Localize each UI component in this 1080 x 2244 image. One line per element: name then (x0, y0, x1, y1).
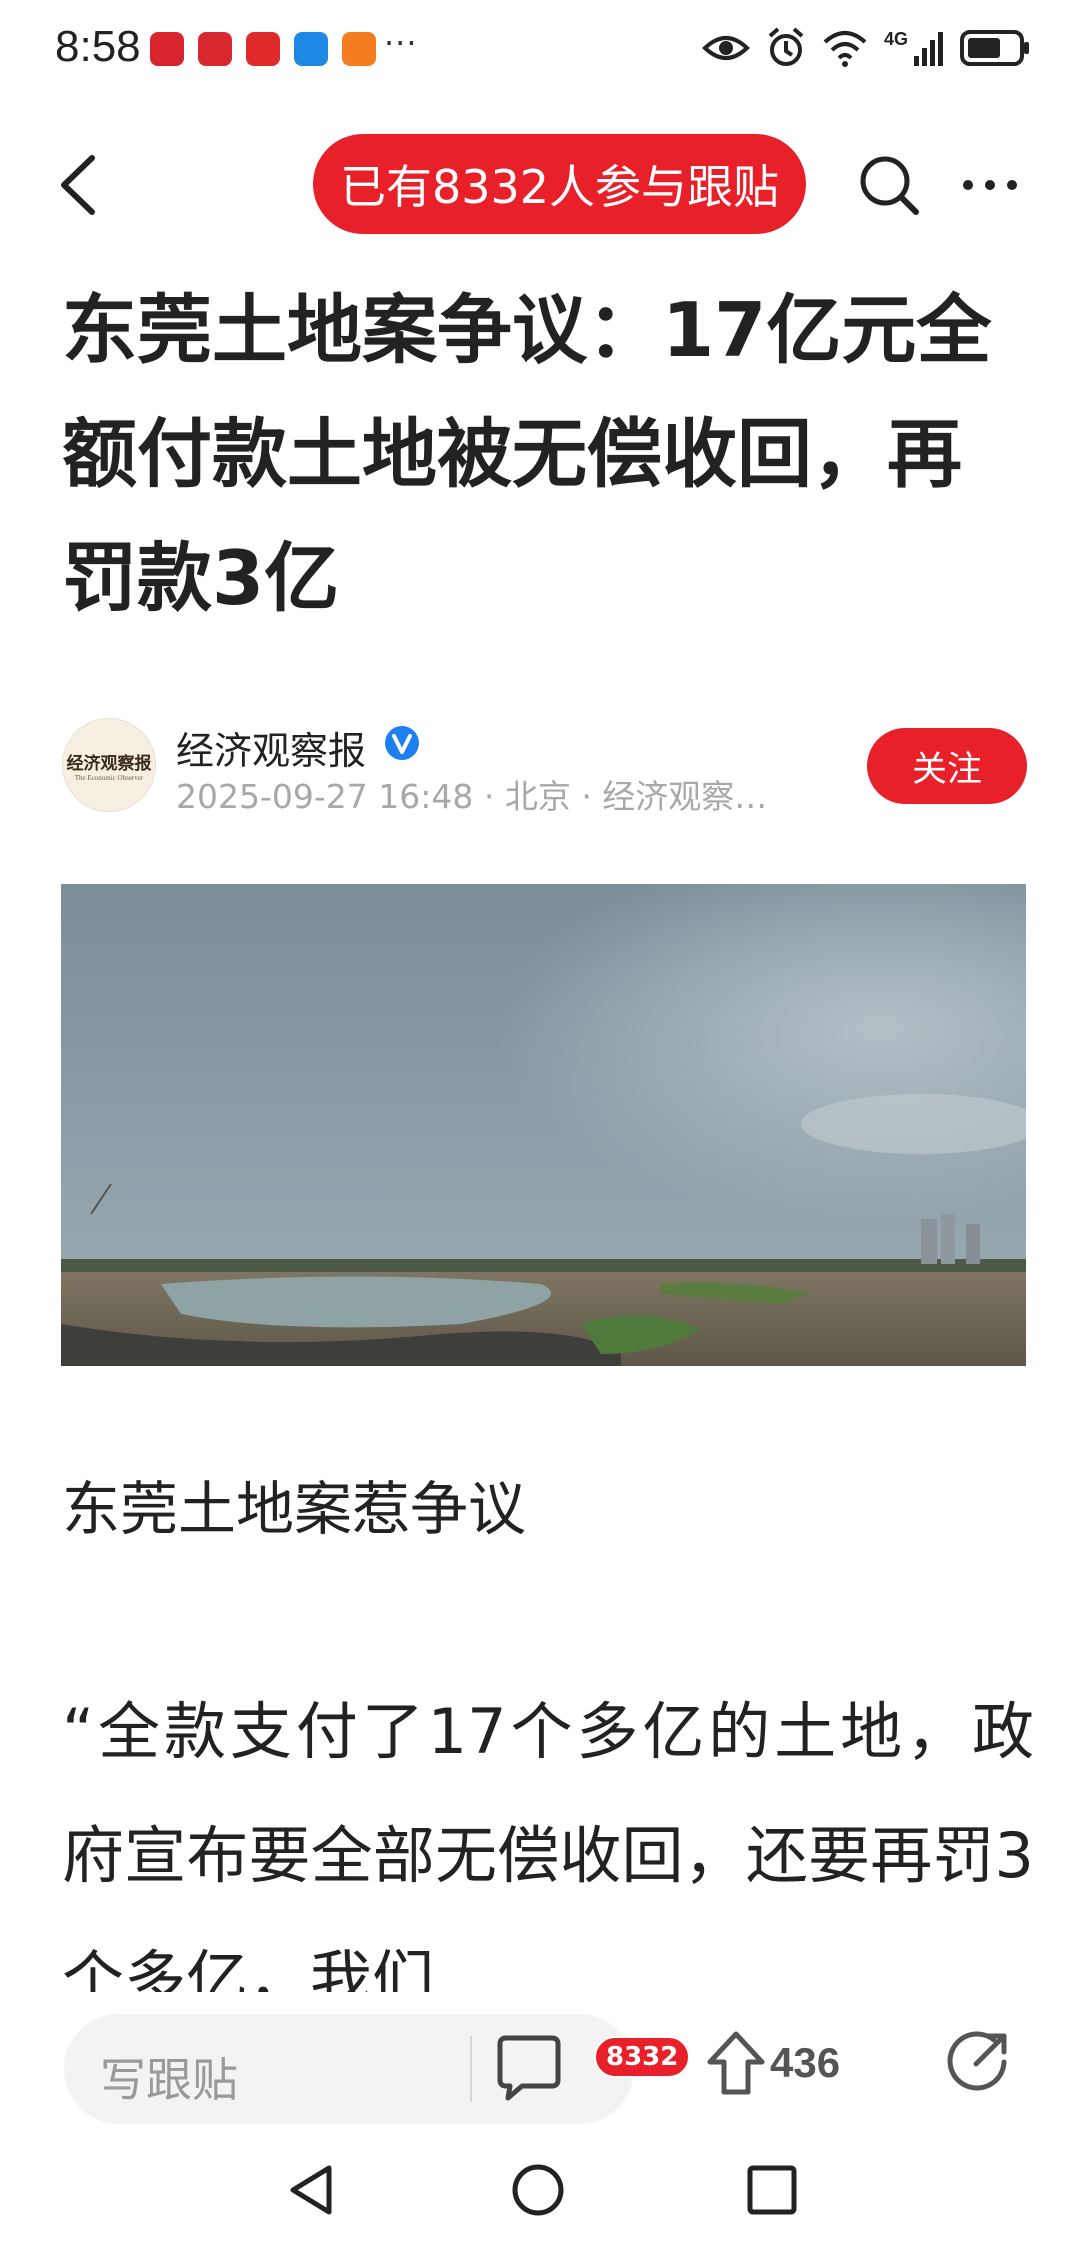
battery-icon (960, 30, 1029, 66)
share-icon[interactable] (946, 2030, 1010, 2094)
back-icon[interactable] (52, 152, 112, 218)
news-app-icon (198, 32, 232, 66)
top-nav: 已有8332人参与跟贴 (0, 130, 1080, 240)
bottom-action-bar: 写跟贴 8332 436 (0, 1994, 1080, 2134)
verified-badge-icon (385, 726, 419, 760)
article-meta: 2025-09-27 16:48 · 北京 · 经济观察… (176, 777, 768, 816)
more-notifications-icon: ··· (384, 24, 418, 62)
avatar-logo-subtext: The Economic Observer (74, 773, 144, 782)
system-recents-icon[interactable] (746, 2162, 798, 2218)
system-back-icon[interactable] (285, 2162, 341, 2218)
avatar-logo-text: 经济观察报 (66, 753, 152, 774)
status-time: 8:58 (55, 22, 141, 71)
upvote-arrow-icon (707, 2031, 765, 2095)
author-avatar[interactable]: 经济观察报 The Economic Observer (62, 718, 156, 812)
article-subheading: 东莞土地案惹争议 (62, 1475, 527, 1543)
status-bar: 8:58 ··· 4G (0, 0, 1080, 100)
follow-button[interactable]: 关注 (867, 728, 1027, 804)
more-menu-icon[interactable] (960, 170, 1020, 200)
security-app-icon (294, 32, 328, 66)
netease-app-icon (246, 32, 280, 66)
system-nav-bar (0, 2134, 1080, 2244)
upvote-button[interactable]: 436 (706, 2030, 840, 2096)
eye-icon (702, 36, 750, 60)
network-type-label: 4G (883, 28, 908, 49)
comment-input-box[interactable]: 写跟贴 8332 (64, 2014, 691, 2124)
author-name[interactable]: 经济观察报 (176, 720, 366, 775)
huawei-app-icon (150, 32, 184, 66)
comment-divider (470, 2036, 472, 2102)
participants-pill-button[interactable]: 已有8332人参与跟贴 (313, 134, 806, 234)
wifi-icon (823, 31, 867, 67)
orange-app-icon (342, 32, 376, 66)
comment-placeholder[interactable]: 写跟贴 (100, 2044, 238, 2110)
signal-icon (914, 32, 943, 66)
notification-app-icons (150, 32, 376, 66)
comment-count-badge: 8332 (594, 2036, 691, 2078)
article-title: 东莞土地案争议：17亿元全额付款土地被无偿收回，再罚款3亿 (62, 286, 992, 622)
alarm-icon (768, 27, 804, 66)
system-home-icon[interactable] (510, 2162, 566, 2218)
search-icon[interactable] (856, 152, 922, 218)
comment-bubble-icon[interactable] (492, 2034, 572, 2106)
system-icons: 4G (702, 26, 1030, 70)
upvote-count: 436 (770, 2039, 841, 2086)
article-body-paragraph: “全款支付了17个多亿的土地，政府宣布要全部无偿收回，还要再罚3个多亿，我们 (62, 1695, 1034, 1992)
article-hero-image[interactable] (61, 884, 1026, 1366)
